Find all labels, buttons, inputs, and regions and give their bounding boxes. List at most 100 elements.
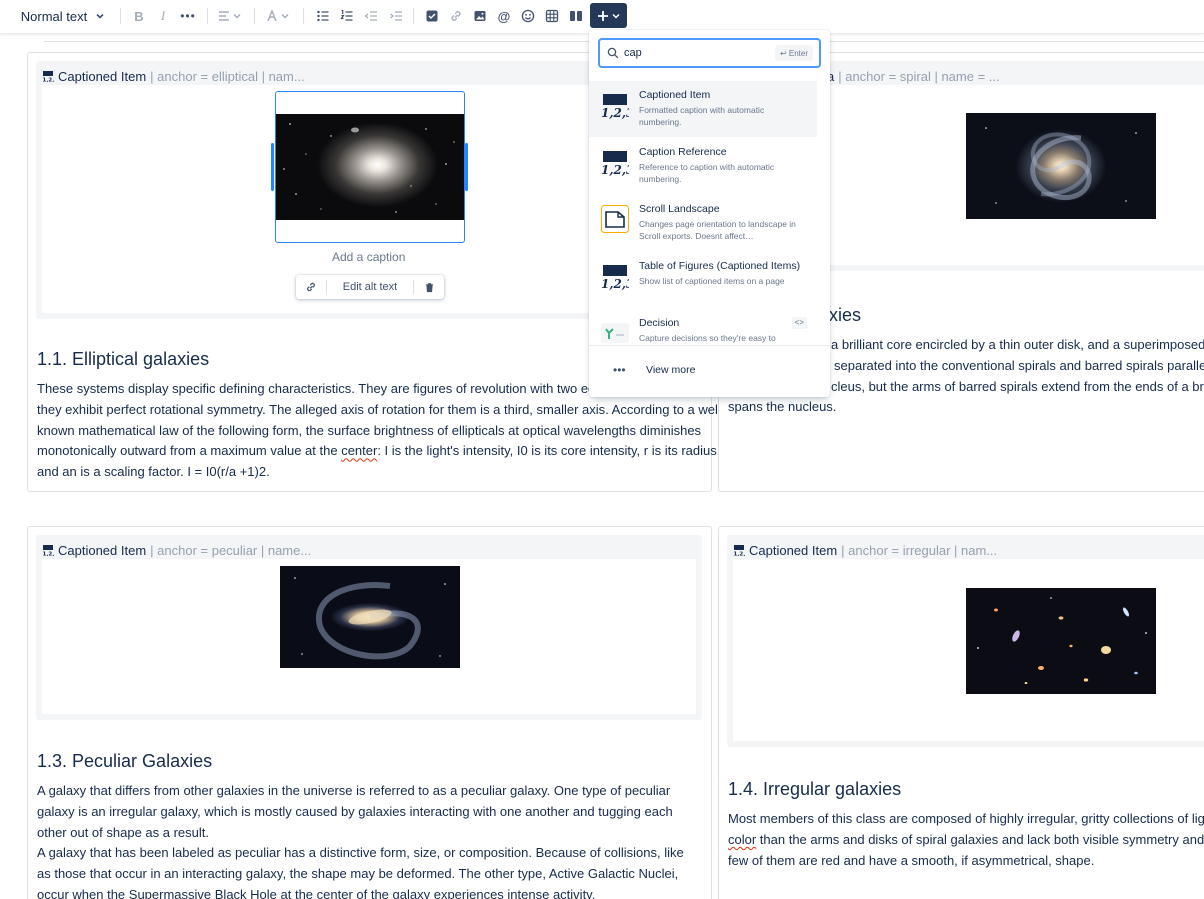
galaxy-arms xyxy=(294,577,446,660)
section-paragraph: Most members of this class are composed … xyxy=(728,809,1204,871)
shortcut-badge: <> xyxy=(791,317,807,329)
paragraph-line: they exhibit perfect rotational symmetry… xyxy=(37,401,726,417)
caption-numbering-icon: 1,2,3 xyxy=(601,265,629,290)
menu-item-description: Capture decisions so they're easy to xyxy=(639,333,776,343)
captioned-item-header: 1,2,3 Captioned Item | anchor = elliptic… xyxy=(42,67,305,85)
section-paragraph: A galaxy that differs from other galaxie… xyxy=(37,781,701,899)
menu-item-description: Reference to caption with automatic numb… xyxy=(639,162,775,184)
menu-item-title: Captioned Item xyxy=(639,89,711,101)
view-more-row[interactable]: ••• View more xyxy=(589,345,830,397)
section-heading: 1.4. Irregular galaxies xyxy=(728,779,902,799)
decision-icon xyxy=(601,323,629,343)
image-icon[interactable] xyxy=(471,5,489,27)
toolbar-divider xyxy=(254,8,255,24)
bullet-list-icon[interactable] xyxy=(314,5,332,27)
menu-item-scroll-landscape[interactable]: Scroll Landscape Changes page orientatio… xyxy=(589,195,817,251)
resize-handle-right[interactable] xyxy=(465,143,468,191)
indent-icon[interactable] xyxy=(387,5,405,27)
text-style-dropdown[interactable]: Normal text xyxy=(20,5,108,27)
search-input[interactable] xyxy=(624,44,754,62)
menu-item-title: Caption Reference xyxy=(639,146,727,158)
caption-meta: | anchor = peculiar | name... xyxy=(150,542,312,558)
toolbar-divider xyxy=(413,8,414,24)
caption-meta: | anchor = irregular | nam... xyxy=(841,542,998,558)
layout-column-peculiar: 1,2,3 Captioned Item | anchor = peculiar… xyxy=(27,526,712,899)
menu-item-table-of-figures[interactable]: 1,2,3 Table of Figures (Captioned Items)… xyxy=(589,252,817,308)
action-item-icon[interactable] xyxy=(423,5,441,27)
menu-item-caption-reference[interactable]: 1,2,3 Caption Reference Reference to cap… xyxy=(589,138,817,194)
captioned-item-header: 1,2,3 Captioned Item | anchor = peculiar… xyxy=(42,541,312,559)
paragraph: A galaxy that differs from other galaxie… xyxy=(37,783,673,840)
outdent-icon[interactable] xyxy=(362,5,380,27)
more-formatting-icon[interactable]: ••• xyxy=(178,5,198,27)
bold-icon[interactable]: B xyxy=(130,5,148,27)
spiral-galaxy-image[interactable] xyxy=(966,113,1156,219)
image-floating-toolbar: Edit alt text xyxy=(296,275,444,299)
paragraph-line: Most members of this class are composed … xyxy=(728,811,1204,826)
text-color-icon[interactable] xyxy=(264,5,292,27)
insert-search-field[interactable]: ↩ Enter xyxy=(598,38,821,68)
insert-menu-dropdown: ↩ Enter 1,2,3 Captioned Item Formatted c… xyxy=(589,30,830,397)
link-icon[interactable] xyxy=(296,275,326,299)
text-run: monotonically outward from a maximum val… xyxy=(37,443,342,459)
trash-icon[interactable] xyxy=(414,275,444,299)
emoji-icon[interactable] xyxy=(519,5,537,27)
resize-handle-left[interactable] xyxy=(271,143,274,191)
paragraph-line: These systems display specific defining … xyxy=(37,381,592,396)
italic-icon[interactable]: I xyxy=(154,5,172,27)
caption-numbering-icon: 1,2,3 xyxy=(734,545,746,557)
text-style-label: Normal text xyxy=(20,8,88,24)
menu-item-title: Decision xyxy=(639,317,680,329)
section-heading: 1.3. Peculiar Galaxies xyxy=(37,751,213,771)
misspelled-word[interactable]: center xyxy=(341,443,377,458)
paragraph: A galaxy that has been labeled as peculi… xyxy=(37,845,684,899)
align-icon[interactable] xyxy=(216,5,244,27)
caption-title: Captioned Item xyxy=(58,542,147,558)
enter-hint-badge: ↩ Enter xyxy=(774,45,813,61)
paragraph-line: few of them are red and have a smooth, i… xyxy=(728,852,1095,868)
section-paragraph: These systems display specific defining … xyxy=(37,379,726,483)
plus-icon xyxy=(597,10,620,21)
paragraph-line: spans the nucleus. xyxy=(728,399,837,415)
toolbar-divider xyxy=(303,8,304,24)
caption-title: Captioned Item xyxy=(58,68,147,84)
search-icon xyxy=(607,47,619,59)
svg-text:1,2,3: 1,2,3 xyxy=(601,277,629,290)
paragraph-line: monotonically outward from a maximum val… xyxy=(37,441,720,462)
menu-item-title: Scroll Landscape xyxy=(639,203,720,215)
link-icon[interactable] xyxy=(447,5,465,27)
toolbar-divider xyxy=(207,8,208,24)
caption-title: Captioned Item xyxy=(749,542,838,558)
caption-numbering-icon: 1,2,3 xyxy=(601,94,629,119)
spiral-arms xyxy=(985,127,1137,204)
caption-meta: | anchor = spiral | name = ... xyxy=(838,68,1000,84)
caption-numbering-icon: 1,2,3 xyxy=(601,151,629,176)
svg-text:1,2,3: 1,2,3 xyxy=(43,78,55,83)
chevron-down-icon xyxy=(96,13,104,19)
starfield xyxy=(283,123,455,213)
layouts-icon[interactable] xyxy=(567,5,585,27)
table-icon[interactable] xyxy=(543,5,561,27)
svg-text:1,2,3: 1,2,3 xyxy=(734,552,746,557)
edit-alt-text-button[interactable]: Edit alt text xyxy=(327,275,413,299)
irregular-galaxy-image[interactable] xyxy=(966,588,1156,694)
captioned-item-header: 1,2,3 Captioned Item | anchor = irregula… xyxy=(733,541,998,559)
menu-item-description: Show list of captioned items on a page xyxy=(639,276,785,286)
menu-item-captioned-item[interactable]: 1,2,3 Captioned Item Formatted caption w… xyxy=(589,81,817,137)
elliptical-galaxy-image[interactable] xyxy=(276,114,464,220)
menu-item-description: Formatted caption with automatic numberi… xyxy=(639,105,765,127)
more-icon: ••• xyxy=(613,363,626,377)
view-more-label: View more xyxy=(646,364,696,376)
peculiar-galaxy-image[interactable] xyxy=(280,566,460,668)
mention-icon[interactable]: @ xyxy=(495,5,513,27)
misspelled-word[interactable]: color xyxy=(728,832,756,847)
landscape-page-icon xyxy=(601,205,629,233)
menu-item-description: Changes page orientation to landscape in… xyxy=(639,219,796,241)
numbered-list-icon[interactable] xyxy=(338,5,356,27)
paragraph-line: color than the arms and disks of spiral … xyxy=(728,830,1204,851)
caption-meta: | anchor = elliptical | nam... xyxy=(150,68,305,84)
menu-item-title: Table of Figures (Captioned Items) xyxy=(639,260,801,272)
add-caption-placeholder[interactable]: Add a caption xyxy=(332,250,405,264)
layout-column-irregular: 1,2,3 Captioned Item | anchor = irregula… xyxy=(718,526,1204,899)
insert-plus-button[interactable] xyxy=(590,3,627,28)
